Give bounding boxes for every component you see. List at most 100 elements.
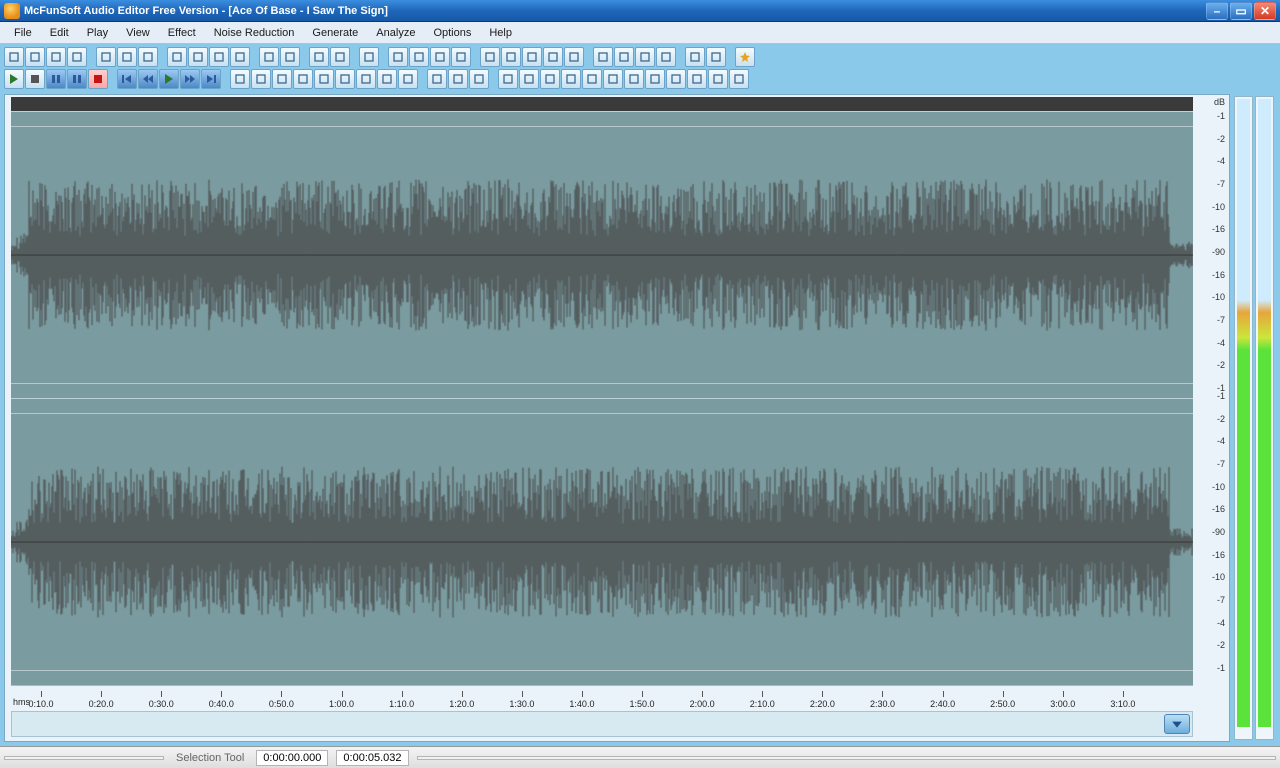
- time-tick-label: 0:30.0: [149, 699, 174, 709]
- toolbtn-a8[interactable]: [645, 69, 665, 89]
- maximize-button[interactable]: ▭: [1230, 2, 1252, 20]
- toolbtn-a9[interactable]: [666, 69, 686, 89]
- toolbtn-tool2[interactable]: [251, 69, 271, 89]
- menu-generate[interactable]: Generate: [304, 24, 366, 42]
- toolbtn-pause2[interactable]: [67, 69, 87, 89]
- menu-effect[interactable]: Effect: [160, 24, 204, 42]
- time-unit-label: hms: [13, 697, 30, 707]
- time-tick: [943, 691, 944, 697]
- time-tick: [522, 691, 523, 697]
- workspace: dB -1-2-4-7-10-16-90-16-10-7-4-2-1-1-2-4…: [0, 44, 1280, 746]
- toolbtn-mix-paste[interactable]: [330, 47, 350, 67]
- menu-help[interactable]: Help: [481, 24, 520, 42]
- menu-noise-reduction[interactable]: Noise Reduction: [206, 24, 303, 42]
- minimize-button[interactable]: –: [1206, 2, 1228, 20]
- toolbtn-vol-plus[interactable]: [388, 47, 408, 67]
- toolbtn-rewind[interactable]: [138, 69, 158, 89]
- toolbtn-paste[interactable]: [209, 47, 229, 67]
- toolbtn-tool8[interactable]: [377, 69, 397, 89]
- toolbtn-a12[interactable]: [729, 69, 749, 89]
- toolbtn-cut[interactable]: [167, 47, 187, 67]
- toolbtn-tool3[interactable]: [272, 69, 292, 89]
- close-button[interactable]: ✕: [1254, 2, 1276, 20]
- toolbtn-fx3[interactable]: [469, 69, 489, 89]
- toolbtn-skip-end[interactable]: [201, 69, 221, 89]
- time-ruler[interactable]: hms 0:10.00:20.00:30.00:40.00:50.01:00.0…: [11, 685, 1193, 709]
- toolbtn-normalize[interactable]: [480, 47, 500, 67]
- toolbtn-amplify[interactable]: [501, 47, 521, 67]
- toolbtn-a11[interactable]: [708, 69, 728, 89]
- toolbtn-marker2[interactable]: [706, 47, 726, 67]
- toolbtn-compressor[interactable]: [522, 47, 542, 67]
- toolbtn-play[interactable]: [4, 69, 24, 89]
- toolbtn-crop[interactable]: [259, 47, 279, 67]
- toolbtn-copy2[interactable]: [188, 47, 208, 67]
- time-tick: [402, 691, 403, 697]
- toolbtn-a1[interactable]: [498, 69, 518, 89]
- time-tick: [281, 691, 282, 697]
- menu-view[interactable]: View: [118, 24, 158, 42]
- toolbtn-save-file[interactable]: [46, 47, 66, 67]
- toolbtn-delete[interactable]: [230, 47, 250, 67]
- toolbtn-ffwd[interactable]: [180, 69, 200, 89]
- toolbtn-a7[interactable]: [624, 69, 644, 89]
- toolbtn-copy[interactable]: [67, 47, 87, 67]
- db-tick: -1: [1217, 391, 1225, 401]
- toolbtn-filters[interactable]: [635, 47, 655, 67]
- selection-ruler[interactable]: [11, 97, 1193, 111]
- toolbtn-a10[interactable]: [687, 69, 707, 89]
- toolbtn-vol-minus[interactable]: [409, 47, 429, 67]
- track-right[interactable]: [11, 398, 1193, 685]
- menu-file[interactable]: File: [6, 24, 40, 42]
- track-left[interactable]: [11, 111, 1193, 398]
- toolbtn-tool1[interactable]: [230, 69, 250, 89]
- toolbtn-skip-start[interactable]: [117, 69, 137, 89]
- toolbtn-fade-out[interactable]: [451, 47, 471, 67]
- time-tick: [462, 691, 463, 697]
- window-title: McFunSoft Audio Editor Free Version - [A…: [24, 5, 1206, 17]
- toolbtn-new-file[interactable]: [4, 47, 24, 67]
- toolbtn-effect1[interactable]: [593, 47, 613, 67]
- toolbtn-pause[interactable]: [46, 69, 66, 89]
- toolbtn-a4[interactable]: [561, 69, 581, 89]
- toolbtn-tool6[interactable]: [335, 69, 355, 89]
- toolbtn-tool4[interactable]: [293, 69, 313, 89]
- menu-play[interactable]: Play: [79, 24, 116, 42]
- toolbtn-stop[interactable]: [25, 69, 45, 89]
- menu-options[interactable]: Options: [425, 24, 479, 42]
- toolbtn-effect2[interactable]: [614, 47, 634, 67]
- toolbtn-a6[interactable]: [603, 69, 623, 89]
- toolbtn-fade-in[interactable]: [430, 47, 450, 67]
- toolbtn-tool7[interactable]: [356, 69, 376, 89]
- time-tick: [582, 691, 583, 697]
- toolbtn-marker1[interactable]: [685, 47, 705, 67]
- time-tick-label: 1:20.0: [449, 699, 474, 709]
- toolbtn-play2[interactable]: [159, 69, 179, 89]
- toolbtn-repeat[interactable]: [138, 47, 158, 67]
- toolbtn-tool9[interactable]: [398, 69, 418, 89]
- scroll-thumb[interactable]: [1164, 714, 1190, 734]
- toolbtn-open-file[interactable]: [25, 47, 45, 67]
- time-tick-label: 2:40.0: [930, 699, 955, 709]
- toolbtn-record[interactable]: [88, 69, 108, 89]
- toolbtn-star[interactable]: [735, 47, 755, 67]
- toolbtn-envelope[interactable]: [564, 47, 584, 67]
- toolbtn-fx2[interactable]: [448, 69, 468, 89]
- toolbtn-undo[interactable]: [96, 47, 116, 67]
- horizontal-scrollbar[interactable]: [11, 711, 1193, 737]
- db-tick: -7: [1217, 459, 1225, 469]
- toolbtn-mix[interactable]: [309, 47, 329, 67]
- toolbtn-print[interactable]: [359, 47, 379, 67]
- toolbtn-trim[interactable]: [280, 47, 300, 67]
- toolbtn-spectral[interactable]: [656, 47, 676, 67]
- menu-edit[interactable]: Edit: [42, 24, 77, 42]
- toolbtn-a5[interactable]: [582, 69, 602, 89]
- menu-analyze[interactable]: Analyze: [368, 24, 423, 42]
- toolbtn-fx1[interactable]: [427, 69, 447, 89]
- toolbtn-tool5[interactable]: [314, 69, 334, 89]
- toolbtn-redo[interactable]: [117, 47, 137, 67]
- toolbtn-a3[interactable]: [540, 69, 560, 89]
- toolbtn-a2[interactable]: [519, 69, 539, 89]
- toolbtn-equalizer[interactable]: [543, 47, 563, 67]
- tracks-container[interactable]: [11, 111, 1193, 685]
